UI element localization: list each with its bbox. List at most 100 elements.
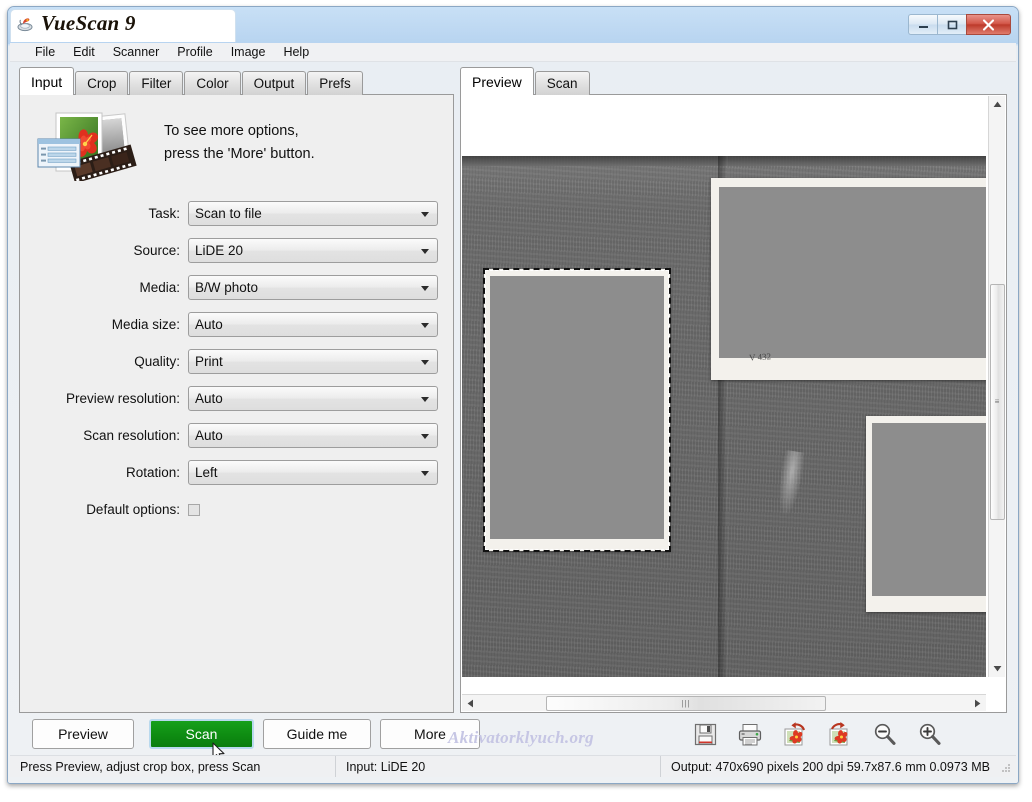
minimize-button[interactable] bbox=[908, 14, 937, 35]
scan-resolution-value: Auto bbox=[195, 428, 223, 443]
media-combobox[interactable]: B/W photo bbox=[188, 275, 438, 300]
status-hint: Press Preview, adjust crop box, press Sc… bbox=[10, 756, 335, 777]
tab-preview[interactable]: Preview bbox=[460, 67, 534, 95]
scroll-right-arrow-icon[interactable] bbox=[969, 695, 986, 712]
media-size-value: Auto bbox=[195, 317, 223, 332]
input-tab-panel: To see more options, press the 'More' bu… bbox=[19, 94, 454, 713]
save-icon[interactable] bbox=[691, 720, 719, 748]
menu-item-image[interactable]: Image bbox=[222, 43, 275, 61]
scroll-up-arrow-icon[interactable] bbox=[989, 96, 1006, 113]
menu-item-help[interactable]: Help bbox=[274, 43, 318, 61]
scroll-thumb-grip: ≡ bbox=[995, 398, 1001, 406]
scroll-thumb-grip: ||| bbox=[681, 700, 690, 708]
photo-handwriting: V 432 bbox=[749, 351, 772, 363]
scroll-left-arrow-icon[interactable] bbox=[462, 695, 479, 712]
quality-combobox[interactable]: Print bbox=[188, 349, 438, 374]
form-row-scan-resolution: Scan resolution: Auto bbox=[20, 421, 453, 450]
preview-resolution-value: Auto bbox=[195, 391, 223, 406]
chevron-down-icon bbox=[421, 212, 429, 217]
vuescan-scanner-icon bbox=[17, 15, 34, 32]
tab-filter[interactable]: Filter bbox=[129, 71, 183, 95]
preview-horizontal-scrollbar[interactable]: ||| bbox=[462, 694, 986, 711]
settings-pane: Input Crop Filter Color Output Prefs bbox=[19, 67, 454, 713]
input-settings-form: Task: Scan to file Source: LiDE 20 Media… bbox=[20, 199, 453, 532]
preview-canvas[interactable]: V 432 bbox=[462, 96, 986, 677]
task-combobox[interactable]: Scan to file bbox=[188, 201, 438, 226]
form-row-task: Task: Scan to file bbox=[20, 199, 453, 228]
menu-item-profile[interactable]: Profile bbox=[168, 43, 221, 61]
label-rotation: Rotation: bbox=[20, 465, 188, 480]
page-blemish bbox=[774, 450, 806, 519]
chevron-down-icon bbox=[421, 397, 429, 402]
source-combobox[interactable]: LiDE 20 bbox=[188, 238, 438, 263]
scan-resolution-combobox[interactable]: Auto bbox=[188, 423, 438, 448]
media-value: B/W photo bbox=[195, 280, 258, 295]
preview-button[interactable]: Preview bbox=[32, 719, 134, 749]
photo-group-hats bbox=[484, 269, 670, 551]
label-preview-resolution: Preview resolution: bbox=[20, 391, 188, 406]
preview-resolution-combobox[interactable]: Auto bbox=[188, 386, 438, 411]
vuescan-window: VueScan 9 File Edit Scanner Profile Imag… bbox=[7, 6, 1019, 784]
label-scan-resolution: Scan resolution: bbox=[20, 428, 188, 443]
source-value: LiDE 20 bbox=[195, 243, 243, 258]
form-row-source: Source: LiDE 20 bbox=[20, 236, 453, 265]
preview-vertical-scrollbar[interactable]: ≡ bbox=[988, 96, 1005, 677]
hero-text: To see more options, press the 'More' bu… bbox=[164, 120, 315, 166]
rotate-left-icon[interactable] bbox=[781, 720, 809, 748]
close-button[interactable] bbox=[966, 14, 1011, 35]
guide-me-button[interactable]: Guide me bbox=[263, 719, 371, 749]
status-output: Output: 470x690 pixels 200 dpi 59.7x87.6… bbox=[660, 756, 1016, 777]
print-icon[interactable] bbox=[736, 720, 764, 748]
status-bar: Press Preview, adjust crop box, press Sc… bbox=[10, 755, 1016, 777]
scroll-down-arrow-icon[interactable] bbox=[989, 660, 1006, 677]
tab-scan[interactable]: Scan bbox=[535, 71, 590, 95]
window-title: VueScan 9 bbox=[41, 11, 136, 36]
chevron-down-icon bbox=[421, 323, 429, 328]
form-row-preview-resolution: Preview resolution: Auto bbox=[20, 384, 453, 413]
rotate-right-icon[interactable] bbox=[826, 720, 854, 748]
menu-item-scanner[interactable]: Scanner bbox=[104, 43, 169, 61]
maximize-button[interactable] bbox=[937, 14, 966, 35]
label-source: Source: bbox=[20, 243, 188, 258]
form-row-rotation: Rotation: Left bbox=[20, 458, 453, 487]
menu-item-edit[interactable]: Edit bbox=[64, 43, 104, 61]
tab-color[interactable]: Color bbox=[184, 71, 240, 95]
menu-bar: File Edit Scanner Profile Image Help bbox=[10, 43, 1016, 62]
tab-crop[interactable]: Crop bbox=[75, 71, 128, 95]
preview-pane: Preview Scan V 432 bbox=[460, 67, 1007, 713]
hero-line-1: To see more options, bbox=[164, 120, 315, 143]
chevron-down-icon bbox=[421, 360, 429, 365]
task-value: Scan to file bbox=[195, 206, 262, 221]
chevron-down-icon bbox=[421, 434, 429, 439]
photo-film-dialog-icon bbox=[36, 111, 152, 181]
label-task: Task: bbox=[20, 206, 188, 221]
menu-item-file[interactable]: File bbox=[26, 43, 64, 61]
status-input: Input: LiDE 20 bbox=[335, 756, 660, 777]
hero-banner: To see more options, press the 'More' bu… bbox=[36, 111, 436, 183]
photo-women-street: V 432 bbox=[711, 178, 986, 380]
form-row-media-size: Media size: Auto bbox=[20, 310, 453, 339]
media-size-combobox[interactable]: Auto bbox=[188, 312, 438, 337]
tab-prefs[interactable]: Prefs bbox=[307, 71, 363, 95]
tab-output[interactable]: Output bbox=[242, 71, 307, 95]
chevron-down-icon bbox=[421, 286, 429, 291]
photo-boys-swimsuits bbox=[866, 416, 986, 612]
resize-grip-icon[interactable] bbox=[1000, 762, 1012, 774]
tab-input[interactable]: Input bbox=[19, 67, 74, 95]
horizontal-scroll-thumb[interactable]: ||| bbox=[546, 696, 826, 711]
form-row-quality: Quality: Print bbox=[20, 347, 453, 376]
label-default-options: Default options: bbox=[20, 502, 188, 517]
window-controls bbox=[908, 14, 1011, 35]
scan-button[interactable]: Scan bbox=[149, 719, 254, 749]
chevron-down-icon bbox=[421, 249, 429, 254]
watermark-text: Aktivatorklyuch.org bbox=[448, 728, 594, 748]
default-options-checkbox[interactable] bbox=[188, 504, 200, 516]
rotation-value: Left bbox=[195, 465, 218, 480]
rotation-combobox[interactable]: Left bbox=[188, 460, 438, 485]
form-row-media: Media: B/W photo bbox=[20, 273, 453, 302]
vertical-scroll-thumb[interactable]: ≡ bbox=[990, 284, 1005, 520]
zoom-out-icon[interactable] bbox=[871, 720, 899, 748]
zoom-in-icon[interactable] bbox=[916, 720, 944, 748]
scanned-album-page: V 432 bbox=[462, 156, 986, 677]
title-bar: VueScan 9 bbox=[8, 7, 1018, 44]
